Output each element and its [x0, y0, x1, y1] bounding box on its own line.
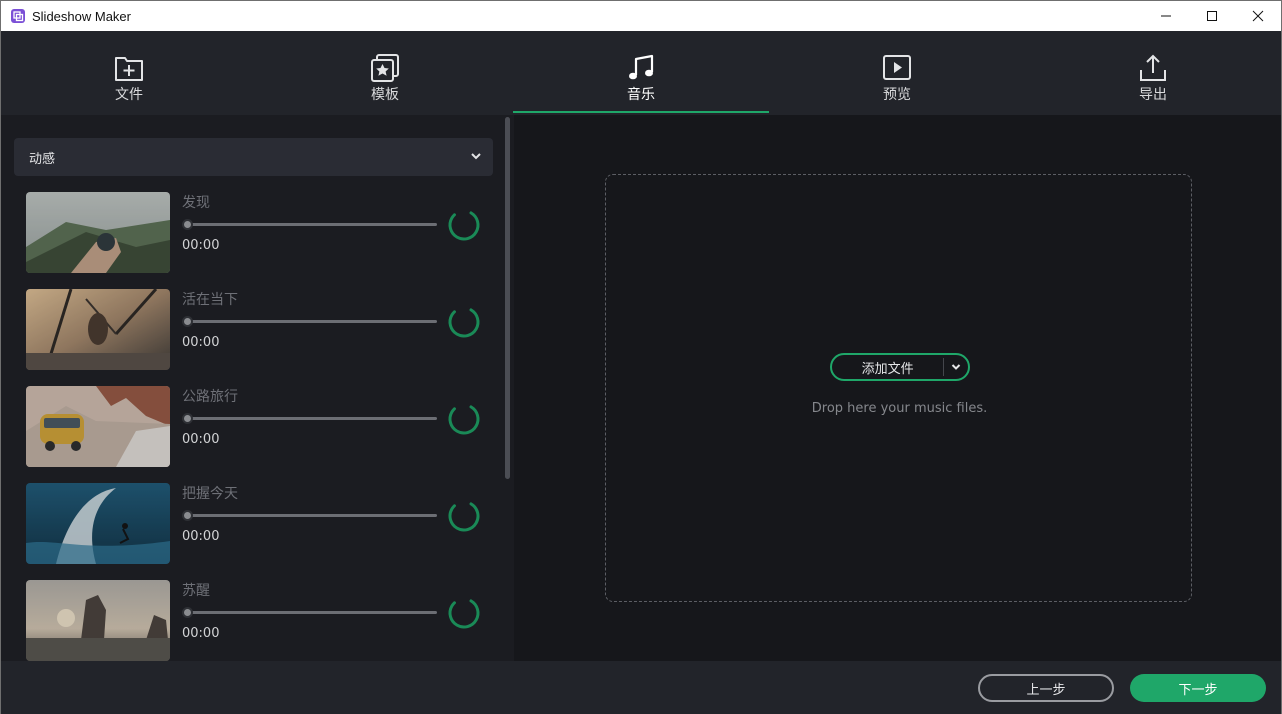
tab-template-label: 模板: [371, 87, 399, 103]
music-track[interactable]: 发现 00:00: [26, 192, 496, 274]
loading-spinner-icon: [448, 306, 480, 338]
chevron-down-icon: [951, 364, 961, 370]
window-title: Slideshow Maker: [32, 8, 131, 24]
close-icon: [1252, 10, 1264, 22]
tab-music[interactable]: 音乐: [513, 31, 769, 115]
track-progress-bar[interactable]: [188, 320, 437, 323]
play-preview-icon: [882, 53, 912, 83]
loading-spinner-icon: [448, 403, 480, 435]
track-progress-bar[interactable]: [188, 611, 437, 614]
previous-step-button[interactable]: 上一步: [978, 674, 1114, 702]
add-file-button-label: 添加文件: [861, 361, 914, 377]
chevron-down-icon: [471, 153, 481, 160]
tab-export[interactable]: 导出: [1025, 31, 1281, 115]
music-track[interactable]: 苏醒 00:00: [26, 580, 496, 661]
maximize-button[interactable]: [1189, 1, 1235, 31]
template-star-icon: [370, 53, 400, 83]
app-logo-icon: [11, 9, 25, 23]
track-time: 00:00: [182, 626, 220, 641]
track-time: 00:00: [182, 432, 220, 447]
track-time: 00:00: [182, 529, 220, 544]
tab-file-label: 文件: [115, 87, 143, 103]
music-drop-zone[interactable]: 添加文件 Drop here your music files.: [605, 174, 1192, 602]
footer-bar: 上一步 下一步: [1, 661, 1281, 714]
track-title: 把握今天: [182, 486, 238, 502]
library-scrollbar[interactable]: [505, 117, 510, 479]
tab-music-label: 音乐: [627, 87, 655, 103]
music-track[interactable]: 把握今天 00:00: [26, 483, 496, 565]
next-step-button[interactable]: 下一步: [1130, 674, 1266, 702]
minimize-button[interactable]: [1143, 1, 1189, 31]
track-title: 公路旅行: [182, 389, 238, 405]
music-library-panel: 动感 发现 00:00 活在当下 00:00 公路旅行 00:00 把握今天 0…: [1, 115, 514, 661]
music-track[interactable]: 活在当下 00:00: [26, 289, 496, 371]
drop-hint-text: Drop here your music files.: [811, 401, 988, 416]
app-window: Slideshow Maker 文件 模板 音乐 预览 导出 动感 发现 00:…: [0, 0, 1282, 714]
loading-spinner-icon: [448, 209, 480, 241]
music-drop-panel: 添加文件 Drop here your music files.: [514, 115, 1281, 661]
track-progress-knob[interactable]: [182, 316, 193, 327]
music-category-value: 动感: [29, 151, 56, 167]
tab-preview-label: 预览: [883, 87, 911, 103]
tab-preview[interactable]: 预览: [769, 31, 1025, 115]
track-thumbnail: [26, 289, 170, 370]
music-category-select[interactable]: 动感: [14, 138, 493, 176]
maximize-icon: [1207, 11, 1217, 21]
track-progress-knob[interactable]: [182, 607, 193, 618]
main-toolbar: 文件 模板 音乐 预览 导出: [1, 31, 1281, 115]
loading-spinner-icon: [448, 500, 480, 532]
track-time: 00:00: [182, 335, 220, 350]
minimize-icon: [1161, 15, 1171, 17]
track-thumbnail: [26, 580, 170, 661]
tab-export-label: 导出: [1139, 87, 1167, 103]
track-progress-bar[interactable]: [188, 514, 437, 517]
track-title: 苏醒: [182, 583, 210, 599]
music-note-icon: [626, 53, 656, 83]
track-progress-knob[interactable]: [182, 510, 193, 521]
track-title: 发现: [182, 195, 210, 211]
add-file-dropdown[interactable]: [944, 362, 968, 372]
window-controls: [1143, 1, 1281, 31]
loading-spinner-icon: [448, 597, 480, 629]
track-progress-knob[interactable]: [182, 413, 193, 424]
track-progress-bar[interactable]: [188, 417, 437, 420]
add-file-button[interactable]: 添加文件: [830, 353, 970, 381]
title-bar: Slideshow Maker: [1, 1, 1281, 31]
close-button[interactable]: [1235, 1, 1281, 31]
track-thumbnail: [26, 192, 170, 273]
track-time: 00:00: [182, 238, 220, 253]
music-track[interactable]: 公路旅行 00:00: [26, 386, 496, 468]
track-thumbnail: [26, 483, 170, 564]
track-thumbnail: [26, 386, 170, 467]
track-title: 活在当下: [182, 292, 238, 308]
add-file-icon: [114, 53, 144, 83]
export-upload-icon: [1138, 53, 1168, 83]
track-progress-bar[interactable]: [188, 223, 437, 226]
tab-file[interactable]: 文件: [1, 31, 257, 115]
track-progress-knob[interactable]: [182, 219, 193, 230]
tab-template[interactable]: 模板: [257, 31, 513, 115]
